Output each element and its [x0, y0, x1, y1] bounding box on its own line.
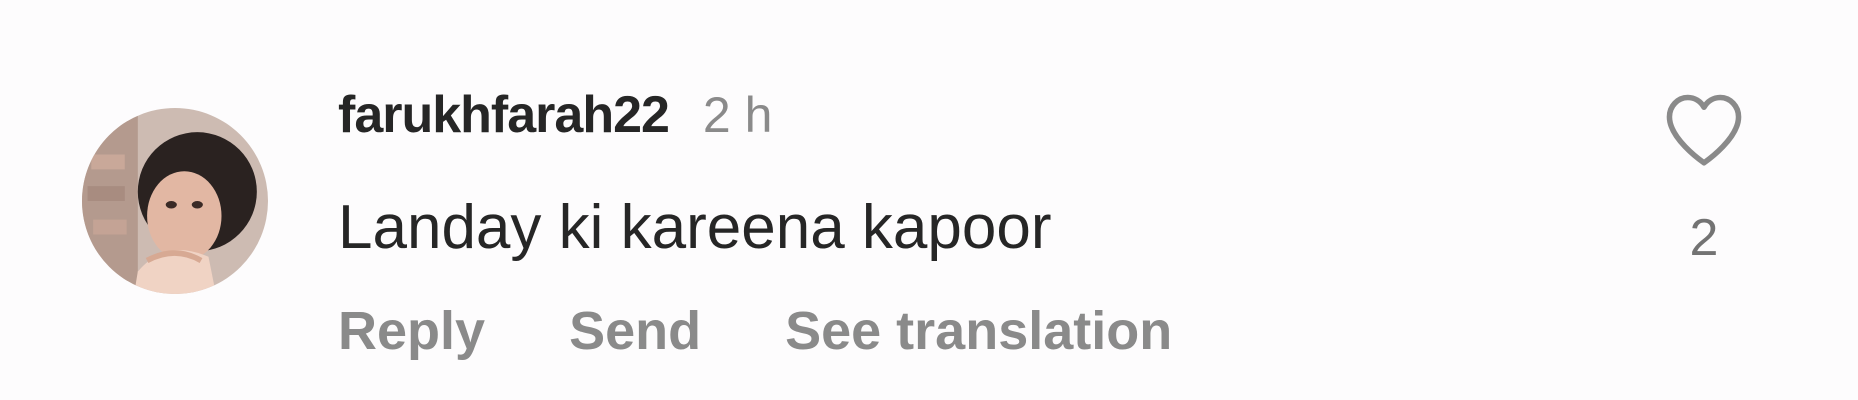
- comment-text: Landay ki kareena kapoor: [338, 193, 1052, 262]
- heart-outline-icon: [1666, 94, 1742, 166]
- avatar[interactable]: [82, 108, 268, 294]
- avatar-image: [82, 108, 268, 294]
- comment-header: farukhfarah22 2 h: [338, 80, 772, 150]
- reply-button[interactable]: Reply: [338, 300, 485, 362]
- see-translation-button[interactable]: See translation: [785, 300, 1172, 362]
- send-button[interactable]: Send: [569, 300, 701, 362]
- like-count: 2: [1689, 209, 1719, 267]
- like-button[interactable]: [1660, 92, 1748, 168]
- comment-timestamp: 2 h: [702, 87, 773, 143]
- username-link[interactable]: farukhfarah22: [338, 85, 670, 145]
- comment-item: farukhfarah22 2 h Landay ki kareena kapo…: [0, 0, 1858, 400]
- comment-actions: Reply Send See translation: [338, 300, 1172, 362]
